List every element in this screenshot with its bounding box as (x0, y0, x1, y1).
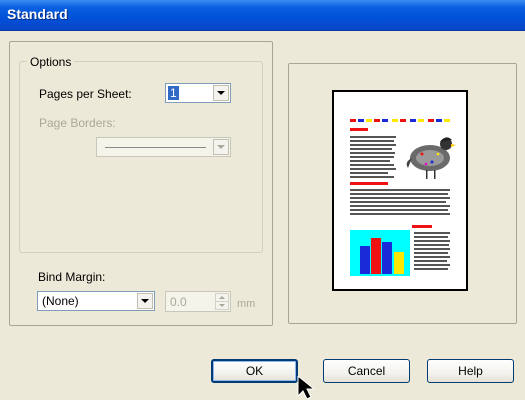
options-group-label: Options (27, 55, 75, 69)
bind-margin-label: Bind Margin: (38, 270, 106, 284)
text-lines-bottom (414, 232, 450, 270)
pages-per-sheet-value: 1 (168, 86, 179, 100)
cancel-button[interactable]: Cancel (323, 359, 410, 383)
bind-margin-select[interactable]: (None) (37, 291, 155, 311)
pages-per-sheet-select[interactable]: 1 (165, 83, 231, 103)
bind-margin-amount: 0.0 (170, 295, 187, 309)
text-lines-middle (350, 189, 450, 215)
title-bar[interactable]: Standard (0, 0, 525, 31)
dropdown-arrow-icon[interactable] (213, 85, 229, 101)
bind-margin-unit: mm (237, 298, 256, 310)
spin-down-icon[interactable] (215, 301, 229, 310)
quail-bird-icon (406, 137, 456, 179)
help-button[interactable]: Help (427, 359, 514, 383)
bind-margin-amount-spinner[interactable]: 0.0 (165, 291, 231, 312)
page-borders-label: Page Borders: (39, 116, 116, 130)
bind-margin-value: (None) (42, 294, 79, 308)
page-preview (332, 90, 468, 291)
pages-per-sheet-label: Pages per Sheet: (39, 87, 132, 101)
ok-button[interactable]: OK (211, 359, 298, 383)
border-line-sample (105, 147, 206, 148)
text-lines-top (350, 136, 396, 178)
header-dashes (350, 119, 450, 122)
window-title: Standard (7, 6, 68, 22)
dropdown-arrow-icon[interactable] (137, 293, 153, 309)
bar-chart-graphic (350, 230, 410, 276)
dropdown-arrow-icon[interactable] (213, 139, 229, 155)
page-borders-select[interactable] (96, 137, 231, 157)
page-preview-graphic (350, 119, 456, 276)
mouse-pointer-icon (297, 376, 316, 400)
